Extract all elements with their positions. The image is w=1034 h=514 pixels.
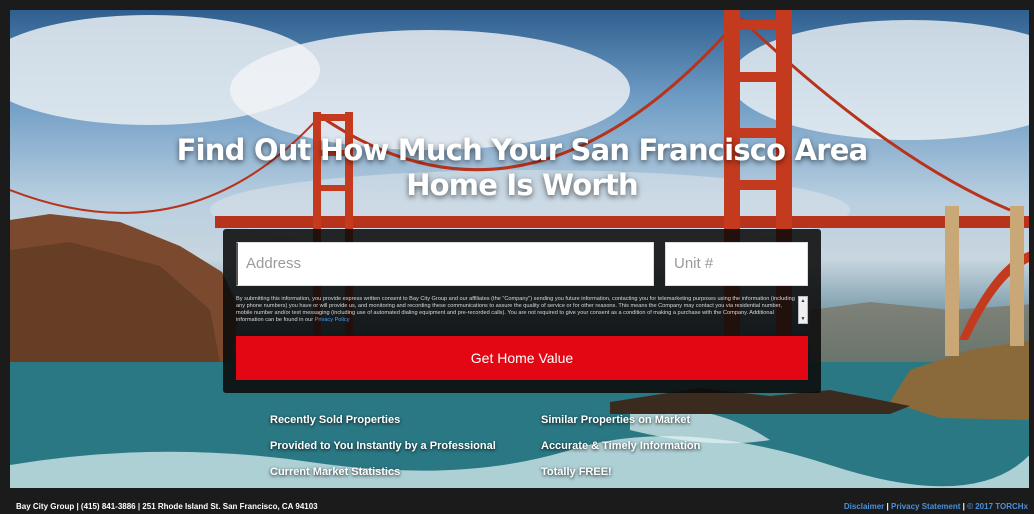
benefit-item: Recently Sold Properties bbox=[270, 414, 401, 426]
footer-links: Disclaimer | Privacy Statement | © 2017 … bbox=[844, 502, 1028, 511]
footer: Bay City Group | (415) 841-3886 | 251 Rh… bbox=[5, 488, 1029, 514]
benefit-item: Totally FREE! bbox=[541, 466, 612, 478]
footer-separator: | bbox=[886, 502, 889, 511]
benefit-item: Accurate & Timely Information bbox=[541, 440, 701, 452]
unit-input[interactable]: Unit # bbox=[665, 242, 808, 286]
page-frame: Find Out How Much Your San Francisco Are… bbox=[0, 0, 1034, 514]
scroll-down-icon[interactable]: ▼ bbox=[800, 316, 806, 322]
address-input[interactable]: Address bbox=[236, 242, 654, 286]
privacy-statement-link[interactable]: Privacy Statement bbox=[891, 502, 960, 511]
benefit-item: Similar Properties on Market bbox=[541, 414, 691, 426]
copyright-link[interactable]: © 2017 TORCHx bbox=[967, 502, 1028, 511]
consent-text: By submitting this information, you prov… bbox=[236, 296, 796, 324]
benefit-item: Provided to You Instantly by a Professio… bbox=[270, 440, 496, 452]
home-value-form: Address Unit # By submitting this inform… bbox=[223, 229, 821, 393]
consent-scrollbar[interactable]: ▲ ▼ bbox=[798, 296, 808, 324]
page-title: Find Out How Much Your San Francisco Are… bbox=[176, 133, 869, 202]
get-home-value-button[interactable]: Get Home Value bbox=[236, 336, 808, 380]
benefit-item: Current Market Statistics bbox=[270, 466, 401, 478]
footer-contact: Bay City Group | (415) 841-3886 | 251 Rh… bbox=[16, 502, 318, 511]
privacy-policy-link[interactable]: Privacy Policy bbox=[315, 317, 350, 323]
scroll-up-icon[interactable]: ▲ bbox=[800, 298, 806, 304]
disclaimer-link[interactable]: Disclaimer bbox=[844, 502, 884, 511]
footer-separator: | bbox=[962, 502, 965, 511]
